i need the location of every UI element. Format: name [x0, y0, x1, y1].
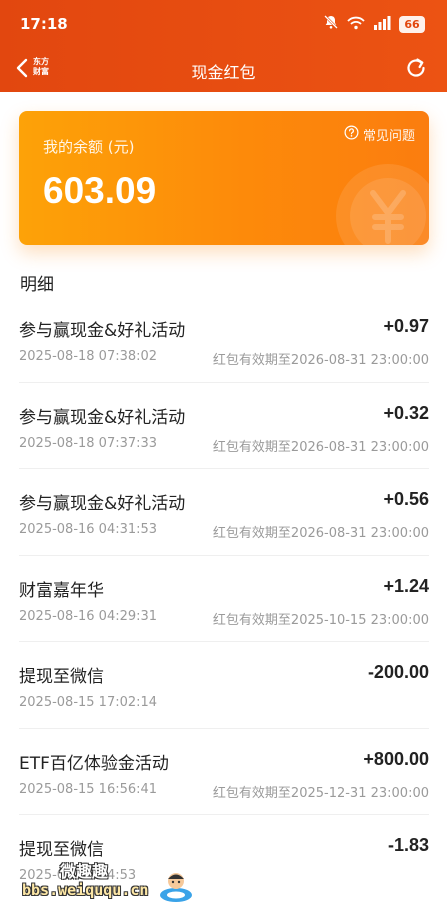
tx-time: 2025-08-18 07:38:02 [19, 349, 158, 364]
status-time: 17:18 [20, 15, 68, 33]
page-title: 现金红包 [191, 63, 256, 82]
refresh-button[interactable] [403, 57, 429, 83]
status-bar: 17:18 66 [0, 0, 447, 48]
signal-icon [373, 15, 391, 34]
tx-title: 提现至微信 [19, 667, 104, 687]
list-item: 参与赢现金&好礼活动 +0.97 2025-08-18 07:38:02 红包有… [19, 296, 429, 383]
list-item: 财富嘉年华 +1.24 2025-08-16 04:29:31 红包有效期至20… [19, 556, 429, 642]
watermark-title: 微趣趣 [60, 862, 109, 881]
tx-amount: +800.00 [363, 748, 429, 769]
site-watermark: 微趣趣 bbs.weiququ.cn [22, 856, 222, 916]
tx-amount: +0.32 [383, 402, 429, 423]
tx-time: 2025-08-15 17:02:14 [19, 695, 158, 710]
tx-time: 2025-08-18 07:37:33 [19, 435, 158, 451]
list-item: 参与赢现金&好礼活动 +0.56 2025-08-16 04:31:53 红包有… [19, 469, 429, 556]
tx-title: 参与赢现金&好礼活动 [19, 494, 186, 514]
tx-time: 2025-08-15 16:56:41 [19, 781, 158, 797]
mute-bell-icon [323, 14, 339, 34]
list-item: 参与赢现金&好礼活动 +0.32 2025-08-18 07:37:33 红包有… [19, 383, 429, 469]
tx-title: 参与赢现金&好礼活动 [19, 321, 186, 341]
tx-amount: +0.97 [383, 316, 429, 336]
tx-amount: -200.00 [367, 662, 429, 682]
tx-title: ETF百亿体验金活动 [19, 753, 169, 774]
balance-card: 我的余额 (元) 603.09 常见问题 [19, 111, 429, 245]
list-item: ETF百亿体验金活动 +800.00 2025-08-15 16:56:41 红… [19, 729, 429, 815]
tx-expiry: 红包有效期至2026-08-31 23:00:00 [212, 439, 429, 455]
status-icons: 66 [323, 14, 425, 34]
tx-expiry: 红包有效期至2026-08-31 23:00:00 [212, 353, 429, 368]
tx-title: 参与赢现金&好礼活动 [19, 407, 186, 428]
tx-amount: +0.56 [383, 489, 429, 509]
refresh-icon [404, 56, 428, 84]
app-header: 17:18 66 东方 财富 现金红包 [0, 0, 447, 92]
balance-label: 我的余额 (元) [43, 138, 135, 156]
faq-label: 常见问题 [362, 129, 415, 144]
tx-expiry: 红包有效期至2026-08-31 23:00:00 [212, 526, 429, 541]
balance-amount: 603.09 [43, 170, 157, 211]
mascot-icon [160, 873, 192, 902]
transaction-list: 参与赢现金&好礼活动 +0.97 2025-08-18 07:38:02 红包有… [19, 296, 429, 902]
tx-title: 财富嘉年华 [19, 580, 104, 601]
faq-link[interactable]: 常见问题 [344, 125, 415, 144]
tx-expiry: 红包有效期至2025-10-15 23:00:00 [212, 612, 429, 628]
watermark-url: bbs.weiququ.cn [22, 881, 149, 899]
tx-expiry: 红包有效期至2025-12-31 23:00:00 [212, 785, 429, 801]
battery-icon: 66 [399, 15, 425, 33]
wifi-icon [347, 15, 365, 34]
tx-amount: +1.24 [383, 575, 429, 596]
tx-time: 2025-08-16 04:31:53 [19, 522, 158, 537]
question-circle-icon [344, 125, 359, 144]
nav-bar: 东方 财富 现金红包 [0, 48, 447, 92]
list-item: 提现至微信 -200.00 2025-08-15 17:02:14 [19, 642, 429, 729]
tx-amount: -1.83 [387, 835, 429, 855]
tx-time: 2025-08-16 04:29:31 [19, 608, 158, 624]
coin-watermark-icon [336, 164, 429, 245]
section-title: 明细 [20, 275, 54, 295]
